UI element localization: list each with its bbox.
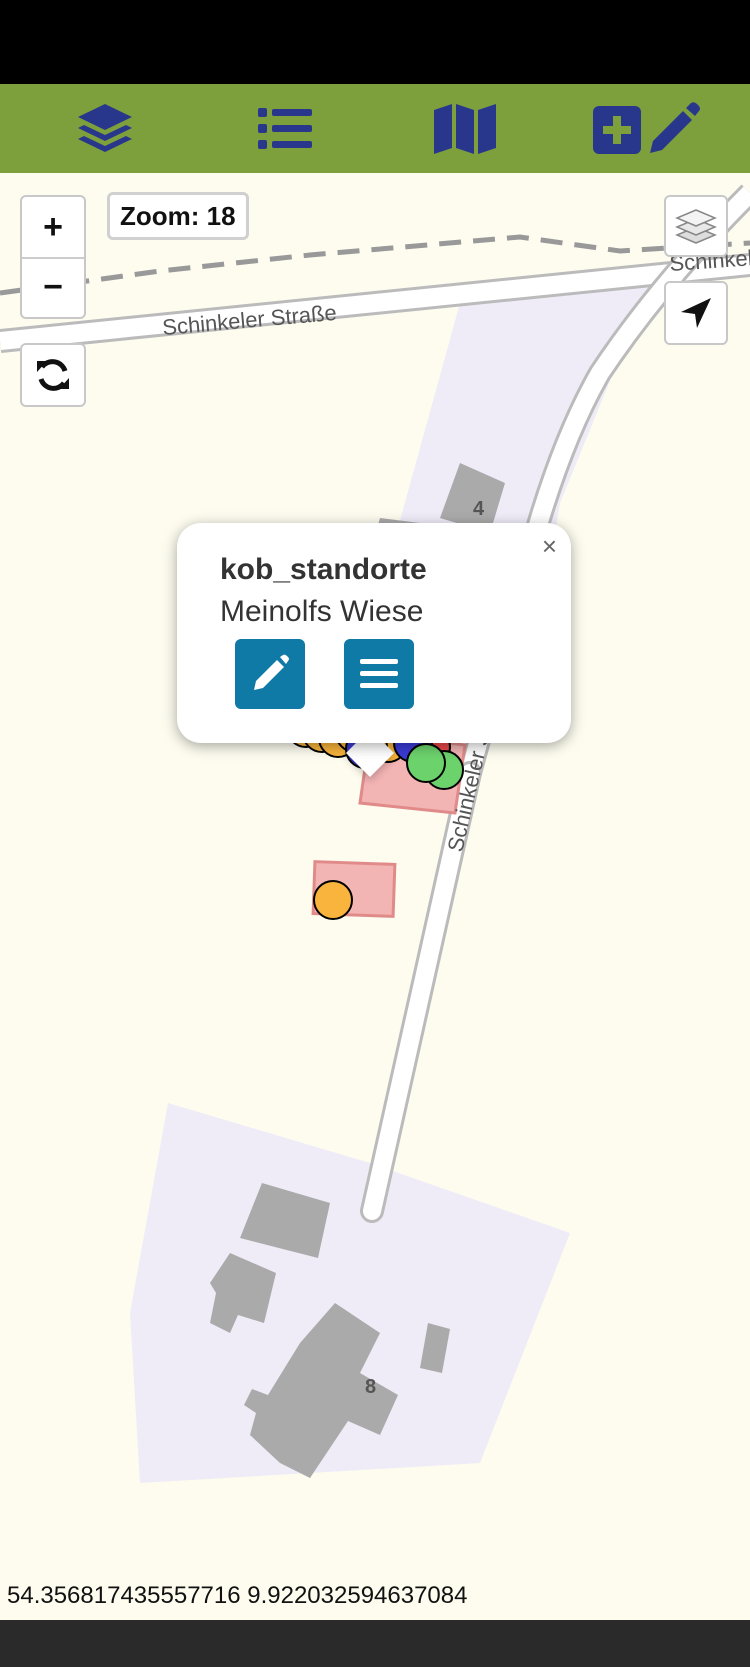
status-bar: [0, 0, 750, 84]
popup-menu-button[interactable]: [344, 639, 414, 709]
popup-edit-button[interactable]: [235, 639, 305, 709]
layers-button[interactable]: [45, 84, 165, 173]
layer-switcher-button[interactable]: [664, 195, 728, 257]
marker[interactable]: [406, 743, 446, 783]
pencil-icon: [254, 654, 289, 690]
popup-close-button[interactable]: ×: [542, 531, 557, 562]
land-area-south: [130, 1103, 570, 1483]
menu-icon: [360, 659, 398, 688]
map-button[interactable]: [405, 84, 525, 173]
coordinate-readout: 54.356817435557716 9.922032594637084: [7, 1582, 468, 1609]
feature-popup: × kob_standorte Meinolfs Wiese: [177, 523, 571, 743]
popup-title: kob_standorte: [220, 553, 427, 586]
location-arrow-icon: [681, 298, 711, 328]
toolbar: [0, 84, 750, 173]
map-canvas: Schinkeler Straße Schinkel Schinkeler S …: [0, 184, 750, 1483]
zoom-out-button[interactable]: −: [22, 257, 84, 317]
refresh-button[interactable]: [20, 343, 86, 407]
layers-icon: [78, 103, 132, 152]
refresh-icon: [37, 359, 69, 391]
zoom-control: + −: [20, 195, 86, 319]
zoom-in-button[interactable]: +: [22, 197, 84, 259]
map-view[interactable]: Schinkeler Straße Schinkel Schinkeler S …: [0, 173, 750, 1620]
locate-button[interactable]: [664, 281, 728, 345]
system-nav-bar: [0, 1620, 750, 1667]
house-number: 4: [473, 498, 485, 520]
house-number: 8: [365, 1376, 376, 1398]
list-button[interactable]: [225, 84, 345, 173]
add-edit-button[interactable]: [580, 84, 710, 173]
add-edit-icon: [593, 101, 700, 154]
zoom-level-label: Zoom: 18: [107, 192, 249, 240]
map-icon: [434, 103, 496, 154]
list-icon: [258, 107, 312, 149]
layer-stack-icon: [675, 209, 717, 244]
marker[interactable]: [313, 880, 353, 920]
popup-subtitle: Meinolfs Wiese: [220, 595, 424, 628]
